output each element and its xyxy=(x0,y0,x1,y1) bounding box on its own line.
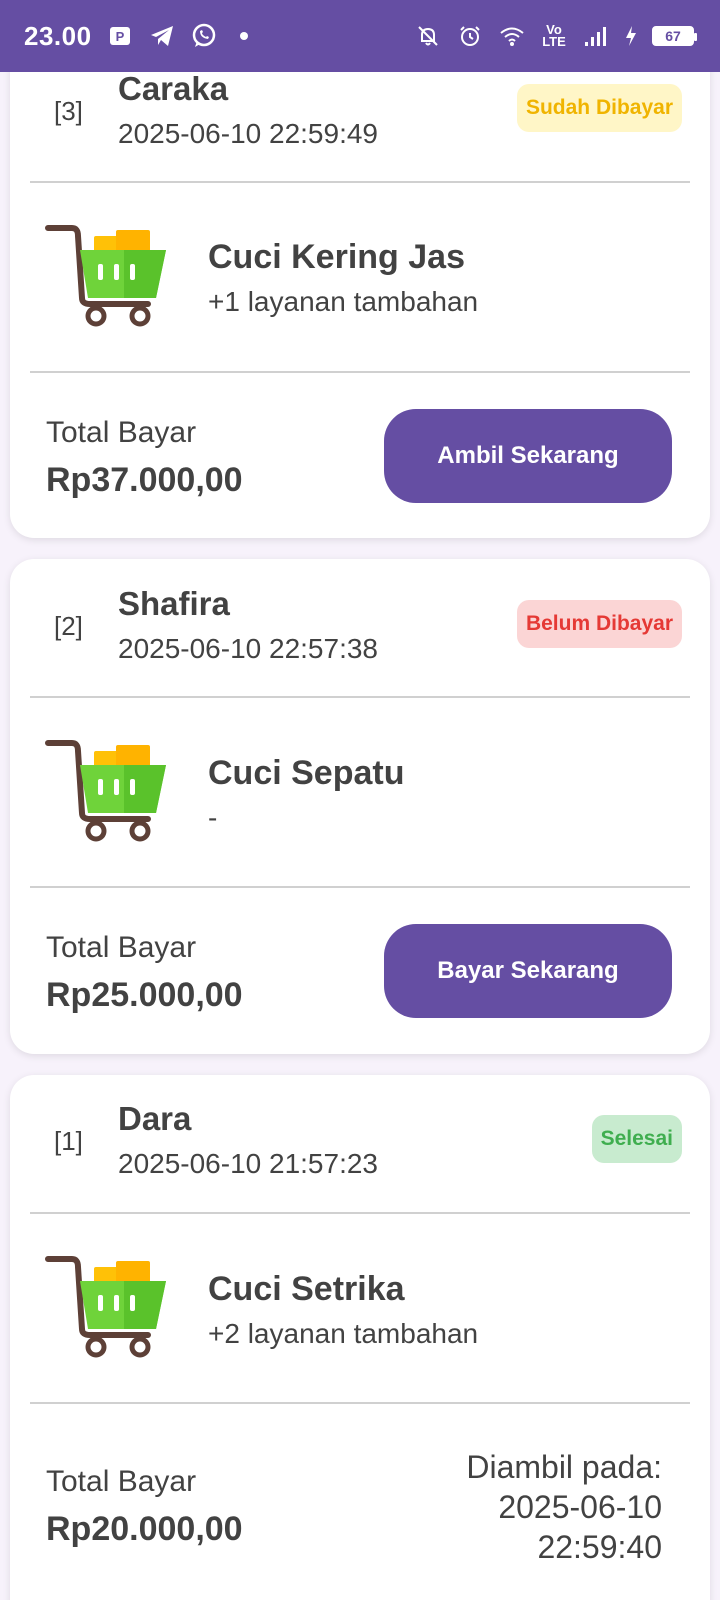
volte-icon: Vo LTE xyxy=(542,22,566,49)
status-badge: Sudah Dibayar xyxy=(516,84,682,132)
service-extras: - xyxy=(208,802,218,833)
total-amount: Rp25.000,00 xyxy=(46,976,243,1014)
total-amount: Rp20.000,00 xyxy=(46,1510,243,1548)
status-badge: Belum Dibayar xyxy=(516,600,682,648)
bell-off-icon xyxy=(414,22,442,50)
customer-name: Caraka xyxy=(118,70,229,107)
battery-icon: 67 xyxy=(652,26,697,46)
divider xyxy=(30,1212,690,1214)
service-extras: +1 layanan tambahan xyxy=(208,286,479,317)
order-number: [1] xyxy=(54,1126,83,1156)
service-extras: +2 layanan tambahan xyxy=(208,1318,479,1349)
order-card[interactable]: [1] Dara 2025-06-10 21:57:23 Selesai Cuc… xyxy=(10,1075,710,1600)
service-name: Cuci Setrika xyxy=(208,1270,405,1308)
picked-up-info: Diambil pada: 2025-06-10 22:59:40 xyxy=(466,1447,662,1567)
total-label: Total Bayar xyxy=(46,416,197,449)
shopping-cart-icon xyxy=(44,1251,168,1359)
charging-icon xyxy=(624,22,638,50)
customer-name: Shafira xyxy=(118,585,230,622)
pay-now-button[interactable]: Bayar Sekarang xyxy=(384,924,672,1018)
shopping-cart-icon xyxy=(44,735,168,843)
divider xyxy=(30,886,690,888)
total-amount: Rp37.000,00 xyxy=(46,461,243,499)
service-name: Cuci Sepatu xyxy=(208,754,405,792)
order-datetime: 2025-06-10 21:57:23 xyxy=(118,1148,378,1179)
parking-app-icon: P xyxy=(106,22,134,50)
notification-dot xyxy=(239,32,248,40)
picked-up-time: 22:59:40 xyxy=(537,1529,662,1565)
status-badge: Selesai xyxy=(591,1115,682,1163)
divider xyxy=(30,181,690,183)
order-number: [2] xyxy=(54,611,83,641)
service-name: Cuci Kering Jas xyxy=(208,238,465,276)
alarm-icon xyxy=(456,22,484,50)
pickup-now-button[interactable]: Ambil Sekarang xyxy=(384,409,672,503)
wifi-icon xyxy=(498,22,526,50)
shopping-cart-icon xyxy=(44,220,168,328)
order-datetime: 2025-06-10 22:57:38 xyxy=(118,633,378,664)
status-bar: 23.00 P Vo LTE 67 xyxy=(0,0,720,72)
order-card[interactable]: [2] Shafira 2025-06-10 22:57:38 Belum Di… xyxy=(10,559,710,1054)
divider xyxy=(30,696,690,698)
clock: 23.00 xyxy=(24,20,92,51)
order-number: [3] xyxy=(54,96,83,126)
total-label: Total Bayar xyxy=(46,1465,197,1498)
order-card[interactable]: [3] Caraka 2025-06-10 22:59:49 Sudah Dib… xyxy=(10,40,710,538)
whatsapp-icon xyxy=(190,22,218,50)
customer-name: Dara xyxy=(118,1100,192,1137)
svg-text:P: P xyxy=(115,29,124,44)
total-label: Total Bayar xyxy=(46,931,197,964)
order-datetime: 2025-06-10 22:59:49 xyxy=(118,118,378,149)
divider xyxy=(30,1402,690,1404)
divider xyxy=(30,371,690,373)
picked-up-label: Diambil pada: xyxy=(466,1449,662,1485)
telegram-icon xyxy=(148,22,176,50)
signal-icon xyxy=(582,22,610,50)
picked-up-date: 2025-06-10 xyxy=(498,1489,662,1525)
